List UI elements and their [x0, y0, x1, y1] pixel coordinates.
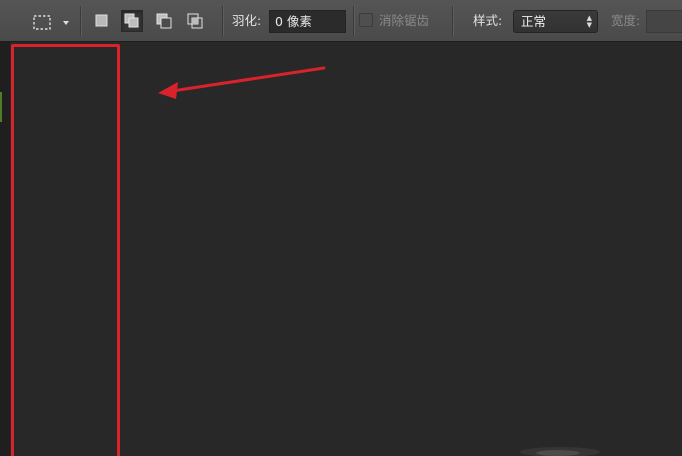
feather-input[interactable]: 0 像素	[269, 10, 346, 33]
style-select-value: 正常	[521, 14, 547, 29]
tool-preset-picker[interactable]	[30, 12, 70, 32]
style-label: 样式:	[473, 13, 503, 28]
watermark-smudge	[520, 447, 600, 456]
add-to-selection-icon	[124, 13, 139, 28]
new-selection-button[interactable]	[90, 10, 112, 32]
select-arrows-icon: ▲ ▼	[586, 13, 592, 29]
width-label: 宽度:	[611, 13, 641, 28]
antialias-checkbox[interactable]	[359, 13, 373, 27]
add-to-selection-button[interactable]	[121, 10, 143, 32]
new-selection-icon	[95, 14, 108, 27]
feather-label: 羽化:	[232, 13, 262, 28]
width-input[interactable]	[646, 10, 682, 33]
style-select[interactable]: 正常 ▲ ▼	[513, 10, 598, 33]
intersect-selection-icon	[187, 13, 203, 29]
chevron-down-icon	[63, 21, 69, 25]
options-bar: 羽化: 0 像素 消除锯齿 样式: 正常 ▲ ▼ 宽度:	[0, 0, 682, 42]
toolbar-separator	[353, 6, 354, 36]
subtract-from-selection-icon	[156, 13, 172, 29]
subtract-from-selection-button[interactable]	[153, 10, 175, 32]
panel-edge-accent	[0, 92, 2, 122]
rectangular-marquee-icon	[33, 15, 69, 30]
toolbar-separator	[222, 6, 223, 36]
toolbar-separator	[80, 6, 81, 36]
antialias-label: 消除锯齿	[379, 13, 430, 28]
toolbar-separator	[452, 6, 453, 36]
annotation-highlight-box	[11, 44, 120, 456]
photoshop-window: 羽化: 0 像素 消除锯齿 样式: 正常 ▲ ▼ 宽度:	[0, 0, 682, 456]
intersect-selection-button[interactable]	[184, 10, 206, 32]
annotation-arrow-icon	[158, 66, 326, 99]
tools-panel-edge	[0, 42, 10, 456]
